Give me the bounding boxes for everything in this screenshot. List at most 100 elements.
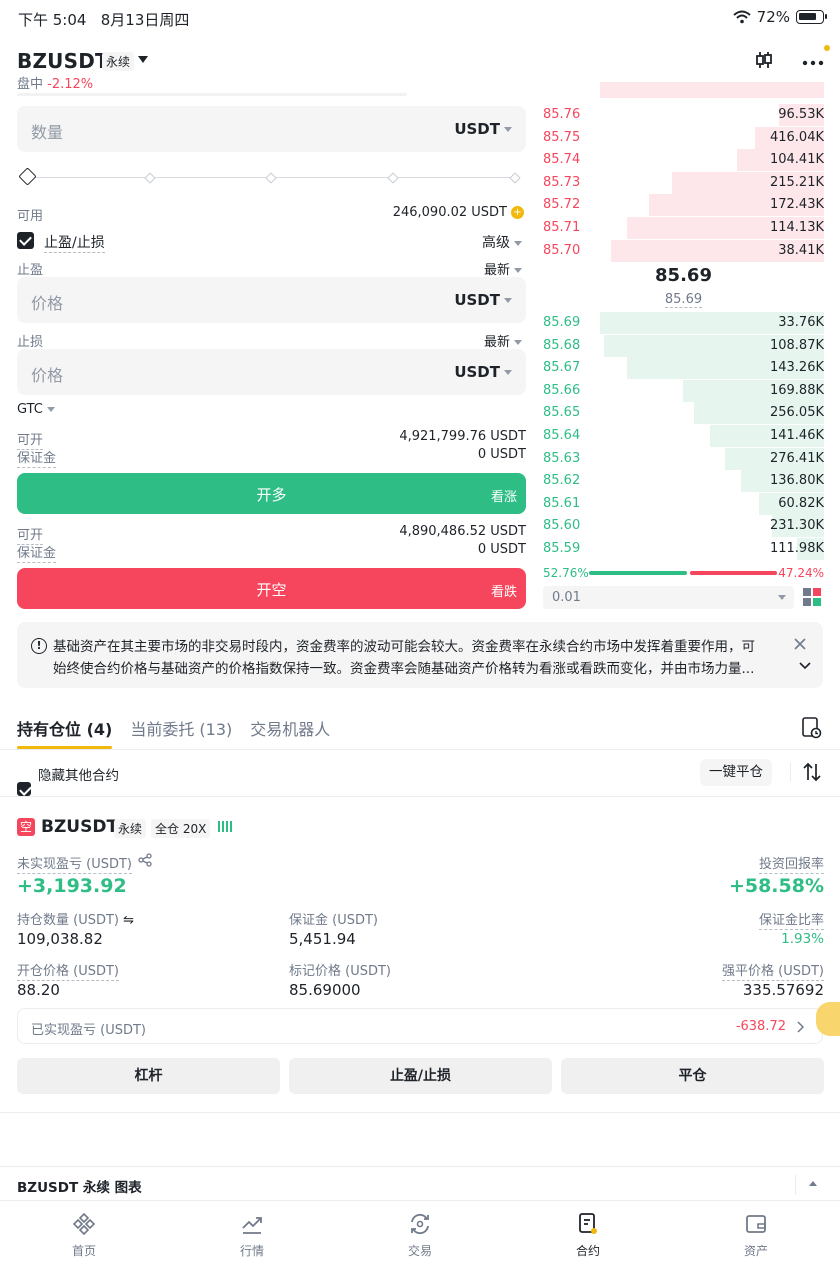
add-funds-icon[interactable]: +: [511, 206, 524, 219]
tp-unit-select[interactable]: USDT: [454, 291, 512, 309]
bid-row[interactable]: 85.65 256.05K: [543, 402, 824, 425]
ask-row[interactable]: 85.76 96.53K: [543, 104, 824, 126]
bid-quantity: 169.88K: [769, 382, 824, 398]
symbol-title[interactable]: BZUSDT: [17, 49, 109, 73]
bid-price[interactable]: 85.62: [543, 473, 580, 488]
nav-markets[interactable]: 行情: [168, 1202, 336, 1280]
nav-futures[interactable]: 合约: [504, 1202, 672, 1280]
open-short-button[interactable]: 开空 看跌: [17, 568, 526, 609]
chevron-right-icon: [797, 1021, 804, 1033]
margin-mode-tag[interactable]: 全仓 20X: [151, 819, 211, 838]
bid-price[interactable]: 85.68: [543, 338, 580, 353]
header-actions: [754, 44, 830, 70]
close-icon[interactable]: [794, 638, 806, 650]
order-history-icon[interactable]: [802, 717, 822, 739]
ask-row[interactable]: 85.70 38.41K: [543, 239, 824, 262]
price-precision-select[interactable]: 0.01: [543, 586, 794, 609]
sort-icon[interactable]: [803, 762, 821, 782]
ask-price[interactable]: 85.73: [543, 175, 580, 190]
bid-row[interactable]: 85.63 276.41K: [543, 447, 824, 470]
quantity-field[interactable]: 数量 USDT: [17, 106, 526, 152]
more-menu-button[interactable]: [802, 44, 830, 70]
bid-price[interactable]: 85.69: [543, 315, 580, 330]
share-icon[interactable]: [138, 853, 152, 867]
sell-ratio: 47.24%: [778, 566, 824, 580]
bid-price[interactable]: 85.60: [543, 518, 580, 533]
candlestick-chart-icon[interactable]: [754, 50, 774, 70]
swap-unit-icon[interactable]: ⇋: [123, 913, 134, 928]
symbol-dropdown-icon[interactable]: [138, 56, 148, 63]
sl-unit-select[interactable]: USDT: [454, 363, 512, 381]
available-value: 246,090.02 USDT: [392, 205, 507, 220]
tab-positions[interactable]: 持有仓位 (4): [17, 716, 113, 749]
bid-row[interactable]: 85.59 111.98K: [543, 538, 824, 560]
short-margin-value: 0 USDT: [477, 542, 526, 557]
chevron-down-icon[interactable]: [799, 662, 811, 670]
bid-price[interactable]: 85.63: [543, 451, 580, 466]
sl-trigger-select[interactable]: 最新: [484, 331, 522, 350]
quantity-unit-select[interactable]: USDT: [454, 120, 512, 138]
chart-toggle-bar[interactable]: BZUSDT 永续 图表: [0, 1166, 840, 1201]
chevron-up-icon[interactable]: [809, 1181, 817, 1186]
tp-trigger-select[interactable]: 最新: [484, 259, 522, 278]
slider-step-25[interactable]: [144, 172, 156, 184]
last-price[interactable]: 85.69: [543, 265, 824, 286]
bid-row[interactable]: 85.66 169.88K: [543, 379, 824, 402]
ask-price[interactable]: 85.76: [543, 107, 580, 122]
bid-row[interactable]: 85.69 33.76K: [543, 312, 824, 334]
realized-pnl-row[interactable]: 已实现盈亏 (USDT) -638.72: [17, 1008, 823, 1044]
stop-loss-price-field[interactable]: 价格 USDT: [17, 349, 526, 395]
bid-row[interactable]: 85.67 143.26K: [543, 357, 824, 380]
slider-step-75[interactable]: [387, 172, 399, 184]
slider-step-100[interactable]: [509, 172, 521, 184]
ask-price[interactable]: 85.74: [543, 152, 580, 167]
close-all-button[interactable]: 一键平仓: [700, 759, 772, 786]
bid-price[interactable]: 85.66: [543, 383, 580, 398]
orderbook-layout-icon[interactable]: [803, 588, 821, 606]
ask-quantity: 38.41K: [778, 242, 824, 258]
position-symbol[interactable]: BZUSDT: [41, 817, 118, 837]
assistant-mascot-icon[interactable]: [816, 1002, 840, 1036]
bid-row[interactable]: 85.62 136.80K: [543, 470, 824, 493]
ask-price[interactable]: 85.75: [543, 130, 580, 145]
open-long-button[interactable]: 开多 看涨: [17, 473, 526, 514]
ask-row[interactable]: 85.73 215.21K: [543, 171, 824, 194]
bid-price[interactable]: 85.61: [543, 496, 580, 511]
take-profit-price-field[interactable]: 价格 USDT: [17, 277, 526, 323]
nav-home[interactable]: 首页: [0, 1202, 168, 1280]
tab-open-orders[interactable]: 当前委托 (13): [130, 716, 232, 740]
amount-slider-handle[interactable]: [18, 167, 37, 186]
bid-row[interactable]: 85.61 60.82K: [543, 492, 824, 515]
bid-price[interactable]: 85.65: [543, 405, 580, 420]
tab-divider: [0, 749, 840, 750]
open-long-label: 开多: [256, 486, 287, 504]
bid-row[interactable]: 85.64 141.46K: [543, 425, 824, 447]
tab-trading-bots[interactable]: 交易机器人: [250, 716, 330, 740]
bid-row[interactable]: 85.60 231.30K: [543, 515, 824, 538]
ask-price[interactable]: 85.70: [543, 243, 580, 258]
ask-price[interactable]: 85.72: [543, 197, 580, 212]
leverage-button[interactable]: 杠杆: [17, 1058, 280, 1094]
ask-row[interactable]: 85.71 114.13K: [543, 217, 824, 239]
funding-notice: ! 基础资产在其主要市场的非交易时段内，资金费率的波动可能会较大。资金费率在永续…: [17, 622, 823, 688]
bid-row[interactable]: 85.68 108.87K: [543, 334, 824, 357]
nav-assets[interactable]: 资产: [672, 1202, 840, 1280]
margin-ratio-label: 保证金比率: [758, 913, 824, 930]
ask-row[interactable]: 85.72 172.43K: [543, 194, 824, 217]
nav-assets-label: 资产: [743, 1244, 768, 1258]
ask-row[interactable]: 85.74 104.41K: [543, 149, 824, 172]
time-in-force-select[interactable]: GTC: [17, 402, 55, 417]
bid-price[interactable]: 85.67: [543, 360, 580, 375]
nav-trade[interactable]: 交易: [336, 1202, 504, 1280]
bid-price[interactable]: 85.64: [543, 428, 580, 443]
close-position-button[interactable]: 平仓: [561, 1058, 824, 1094]
tpsl-button[interactable]: 止盈/止损: [289, 1058, 552, 1094]
ask-row[interactable]: 85.75 416.04K: [543, 126, 824, 149]
bid-price[interactable]: 85.59: [543, 541, 580, 556]
ask-price[interactable]: 85.71: [543, 220, 580, 235]
tpsl-checkbox[interactable]: [17, 232, 34, 249]
advanced-select[interactable]: 高级: [482, 232, 522, 252]
slider-step-50[interactable]: [265, 172, 277, 184]
hide-other-contracts-checkbox[interactable]: [17, 782, 31, 796]
long-max-open-label: 可开: [17, 433, 44, 450]
